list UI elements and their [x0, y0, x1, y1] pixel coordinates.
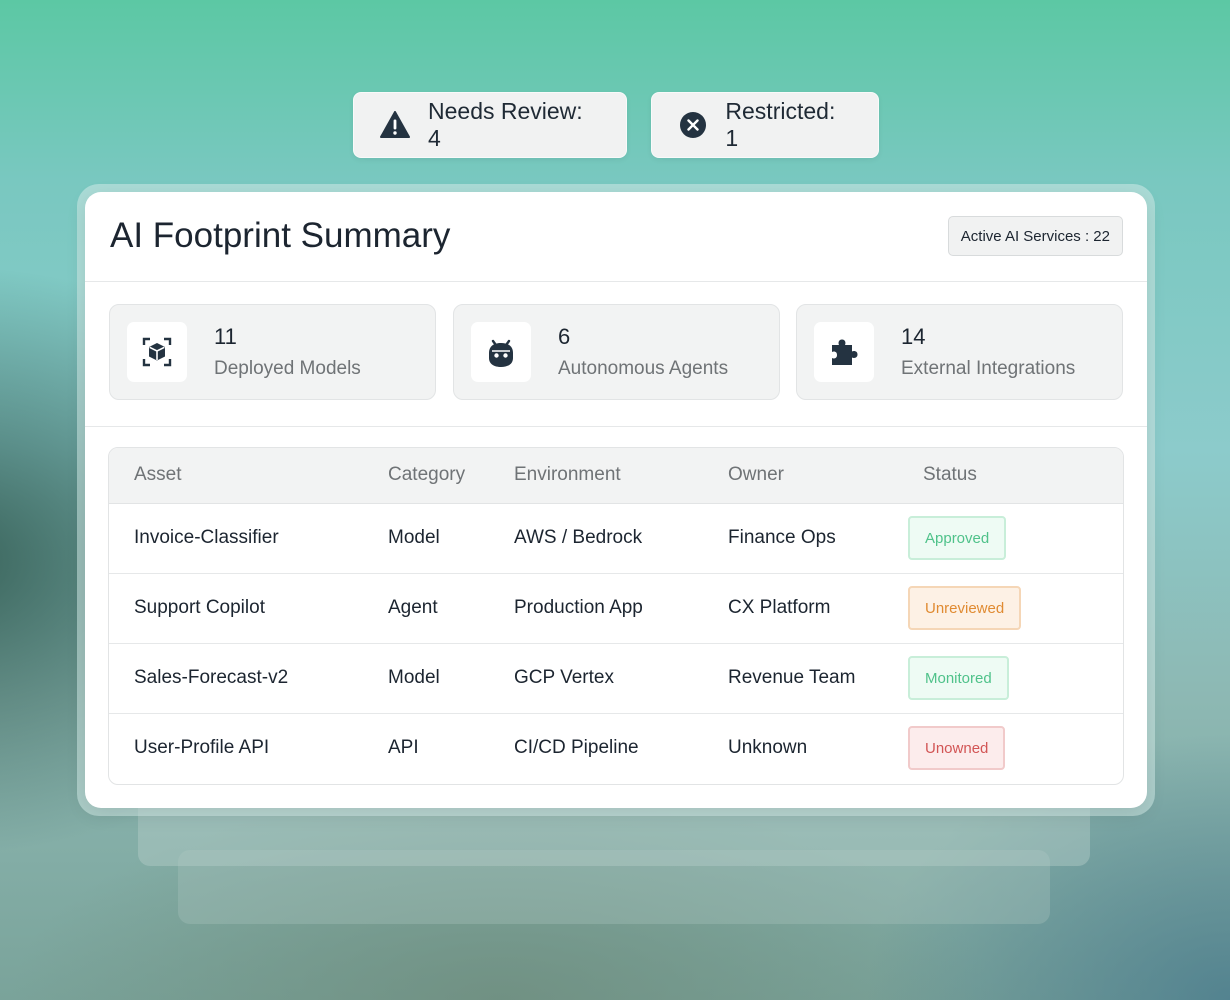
stat-value: 6 — [558, 324, 571, 349]
stat-deployed-models[interactable]: 11 Deployed Models — [109, 304, 436, 400]
cell-category: Model — [388, 667, 440, 688]
warning-icon — [380, 110, 410, 140]
ai-footprint-summary-card: AI Footprint Summary Active AI Services … — [85, 192, 1147, 808]
table-header-row: Asset Category Environment Owner Status — [109, 448, 1123, 503]
cell-owner: Unknown — [728, 737, 808, 759]
stat-label: External Integrations — [901, 358, 1076, 379]
stat-autonomous-agents[interactable]: 6 Autonomous Agents — [453, 304, 780, 400]
cell-category: Agent — [388, 597, 438, 618]
cell-asset: User-Profile API — [134, 737, 270, 759]
table-row[interactable]: Support Copilot Agent Production App CX … — [109, 573, 1123, 643]
needs-review-badge[interactable]: Needs Review: 4 — [353, 92, 627, 158]
table-row[interactable]: Sales-Forecast-v2 Model GCP Vertex Reven… — [109, 643, 1123, 713]
restricted-badge[interactable]: Restricted: 1 — [651, 92, 879, 158]
active-ai-services-badge: Active AI Services : 22 — [947, 216, 1123, 256]
cell-asset: Support Copilot — [134, 597, 265, 618]
cell-environment: AWS / Bedrock — [514, 527, 643, 548]
stat-value: 14 — [901, 324, 926, 349]
header-owner[interactable]: Owner — [728, 448, 908, 503]
cell-owner: Finance Ops — [728, 527, 836, 548]
restricted-label: Restricted: 1 — [725, 98, 836, 151]
card-title: AI Footprint Summary — [110, 216, 451, 255]
header-category[interactable]: Category — [388, 448, 514, 503]
cell-environment: Production App — [514, 597, 643, 618]
cell-owner: CX Platform — [728, 597, 831, 618]
card-header: AI Footprint Summary Active AI Services … — [85, 192, 1147, 282]
puzzle-icon — [814, 322, 874, 382]
status-badge: Unreviewed — [908, 586, 1022, 630]
cell-environment: CI/CD Pipeline — [514, 737, 639, 759]
status-badge: Unowned — [908, 726, 1006, 771]
assets-table: Asset Category Environment Owner Status … — [108, 447, 1124, 785]
needs-review-label: Needs Review: 4 — [428, 98, 583, 151]
status-badge: Approved — [908, 516, 1007, 560]
cell-environment: GCP Vertex — [514, 667, 614, 688]
header-status[interactable]: Status — [908, 448, 1123, 503]
stat-label: Autonomous Agents — [558, 358, 729, 379]
cell-category: Model — [388, 527, 440, 548]
table-row[interactable]: User-Profile API API CI/CD Pipeline Unkn… — [109, 713, 1123, 783]
cell-owner: Revenue Team — [728, 667, 856, 688]
header-environment[interactable]: Environment — [514, 448, 728, 503]
stat-value: 11 — [214, 324, 237, 349]
stat-label: Deployed Models — [214, 358, 361, 379]
header-asset[interactable]: Asset — [109, 448, 388, 503]
cell-asset: Sales-Forecast-v2 — [134, 667, 289, 688]
cube-icon — [127, 322, 187, 382]
cell-category: API — [388, 737, 419, 759]
close-circle-icon — [678, 110, 707, 140]
robot-icon — [471, 322, 531, 382]
cell-asset: Invoice-Classifier — [134, 527, 279, 548]
status-badge: Monitored — [908, 656, 1009, 700]
stat-external-integrations[interactable]: 14 External Integrations — [796, 304, 1123, 400]
table-row[interactable]: Invoice-Classifier Model AWS / Bedrock F… — [109, 503, 1123, 573]
